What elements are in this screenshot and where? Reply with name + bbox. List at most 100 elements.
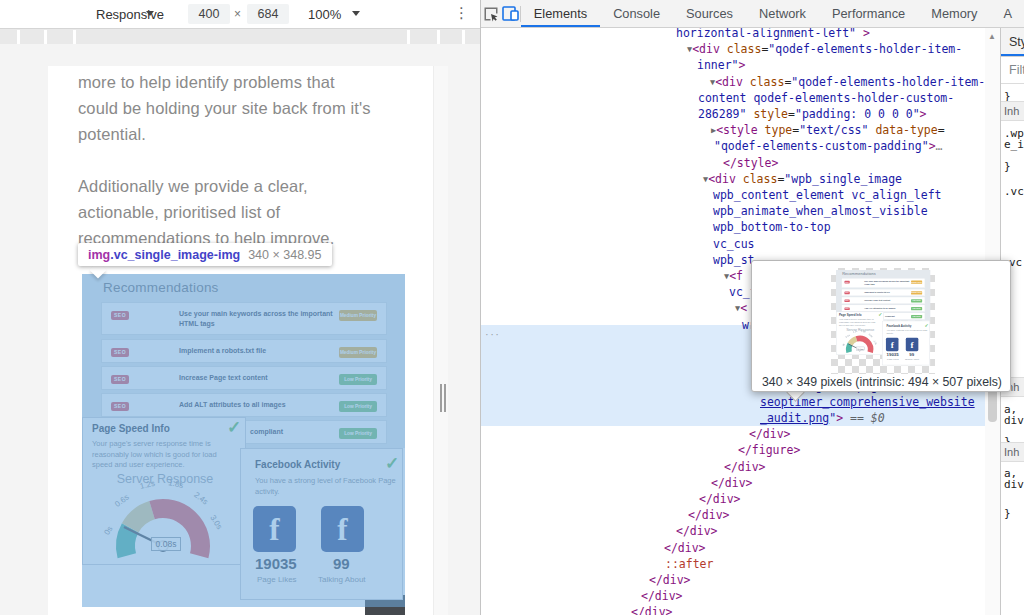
device-resize-handle[interactable] xyxy=(440,384,442,412)
tab-styles[interactable]: Sty xyxy=(1009,35,1024,49)
tree-line[interactable]: content qodef-elements-holder-custom- xyxy=(698,90,954,106)
tree-line[interactable]: ▼<div class="qodef-elements-holder-item- xyxy=(710,74,985,90)
tree-line[interactable]: ▼<f xyxy=(724,268,743,284)
tab-memory[interactable]: Memory xyxy=(918,0,990,27)
device-resize-handle[interactable] xyxy=(444,384,446,412)
seo-badge: SEO xyxy=(844,299,849,302)
tree-line[interactable]: </div> xyxy=(649,572,691,588)
tab-network[interactable]: Network xyxy=(746,0,819,27)
tree-line[interactable]: "qodef-elements-custom-padding">… xyxy=(714,138,943,154)
emulated-page: more to help identify problems that coul… xyxy=(48,66,433,615)
facebook-stat-value: 99 xyxy=(909,352,914,357)
style-rule-text[interactable]: .vc xyxy=(1004,185,1024,198)
tree-line[interactable]: inner"> xyxy=(697,57,745,73)
tree-line[interactable]: vc_cus xyxy=(713,236,755,252)
svg-text:0.6s: 0.6s xyxy=(845,333,850,338)
image-preview-tooltip: Recommendations SEOUse your main keyword… xyxy=(751,260,1011,392)
tree-line[interactable]: ::after xyxy=(665,556,713,572)
node-menu-dots[interactable]: ··· xyxy=(485,328,501,340)
tree-line[interactable]: </div> xyxy=(676,523,718,539)
facebook-title: Facebook Activity xyxy=(887,324,912,327)
toggle-device-toolbar-button[interactable] xyxy=(502,0,520,27)
tree-line[interactable]: wpb_bottom-to-top xyxy=(713,219,831,235)
inspect-tooltip-class: .vc_single_image-img xyxy=(110,248,240,262)
inspected-image[interactable]: Recommendations SEOUse your main keyword… xyxy=(82,274,405,607)
ruler-strip xyxy=(0,28,480,44)
device-toolbar-menu-button[interactable]: ⋮ xyxy=(454,4,469,22)
style-rule-text[interactable]: div xyxy=(1004,478,1024,491)
tree-line[interactable]: </div> xyxy=(631,604,673,615)
tree-line[interactable]: </div> xyxy=(688,507,730,523)
facebook-stat-value: 19035 xyxy=(887,352,899,357)
device-toolbar-icon xyxy=(502,6,519,21)
viewport-width-input[interactable]: 400 xyxy=(188,4,230,24)
page-paragraph: more to help identify problems that coul… xyxy=(78,69,418,147)
tree-line[interactable]: wpb_content_element vc_align_left xyxy=(713,187,941,203)
priority-pill: Low Priority xyxy=(911,299,922,302)
facebook-stat-label: Page Likes xyxy=(887,358,899,361)
tree-line[interactable]: _audit.png"> == $0 xyxy=(760,410,885,426)
tree-line[interactable]: ▼<div class="qodef-elements-holder-item- xyxy=(687,41,962,57)
tree-line[interactable]: horizontal-alignment-left" > xyxy=(676,28,870,41)
priority-pill: Low Priority xyxy=(911,315,922,318)
recommendation-text: Implement a robots.txt file xyxy=(864,291,889,294)
recommendation-row: SEO Increase Page text content Low Priorit… xyxy=(842,297,926,304)
devtools-panel: Elements Console Sources Network Perform… xyxy=(480,0,1024,615)
recommendation-text: Increase Page text content xyxy=(864,299,890,302)
tree-line[interactable]: </div> xyxy=(664,540,706,556)
style-rule-text[interactable]: } xyxy=(1004,507,1011,520)
tree-line[interactable]: </div> xyxy=(724,459,766,475)
tab-application[interactable]: A xyxy=(990,0,1024,27)
transparency-checkerboard: Recommendations SEOUse your main keyword… xyxy=(831,268,935,374)
recommendation-row: SEOAdd ALT attributes to all imagesLow P… xyxy=(842,305,926,312)
zoom-caret-icon[interactable] xyxy=(352,11,360,16)
dimension-multiply-sign: × xyxy=(234,7,241,21)
style-rule-text[interactable]: } xyxy=(1004,160,1011,173)
tree-line[interactable]: ▼<div class="wpb_single_image xyxy=(703,171,902,187)
preview-dimensions-text: 340 × 349 pixels (intrinsic: 494 × 507 p… xyxy=(752,375,1012,389)
inherited-from-bar: Inh xyxy=(1001,442,1024,462)
tree-line[interactable]: </div> xyxy=(699,491,741,507)
tree-line[interactable]: 286289" style="padding: 0 0 0 0"> xyxy=(698,106,927,122)
tab-sources[interactable]: Sources xyxy=(673,0,746,27)
inspect-cursor-icon xyxy=(483,6,499,22)
styles-tab-underline xyxy=(1001,54,1024,57)
tree-line[interactable]: </figure> xyxy=(738,442,800,458)
priority-pill: Medium Priority xyxy=(911,281,922,284)
tab-elements[interactable]: Elements xyxy=(521,0,600,27)
tab-performance[interactable]: Performance xyxy=(819,0,918,27)
page-paragraph: Additionally we provide a clear, actiona… xyxy=(78,173,418,251)
tree-line[interactable]: ▶<style type="text/css" data-type= xyxy=(711,122,945,138)
device-toolbar: Responsive 400 × 684 100% ⋮ xyxy=(0,0,480,28)
gauge-value: 0.08s xyxy=(856,347,865,351)
tree-line[interactable]: </div> xyxy=(641,588,683,604)
zoom-select[interactable]: 100% xyxy=(308,7,341,22)
inspect-tooltip-tag: img xyxy=(88,248,110,262)
seo-badge: SEO xyxy=(844,281,849,284)
device-viewport: more to help identify problems that coul… xyxy=(0,44,480,615)
recommendations-header: Recommendations xyxy=(842,272,876,276)
viewport-height-input[interactable]: 684 xyxy=(247,4,289,24)
device-mode-caret-icon[interactable] xyxy=(146,11,154,16)
tree-line[interactable]: wpb_st xyxy=(713,252,755,268)
styles-filter-input[interactable]: Filt xyxy=(1001,57,1024,84)
style-rule-text[interactable]: e_i xyxy=(1004,138,1024,151)
facebook-card: Facebook Activity ✓ You have a strong le… xyxy=(882,321,930,365)
facebook-icon: f xyxy=(906,338,919,351)
check-icon: ✓ xyxy=(924,322,928,328)
facebook-desc: You have a strong level of Facebook Page… xyxy=(887,329,928,335)
svg-text:3.0s: 3.0s xyxy=(873,340,877,346)
tree-line[interactable]: ▼< xyxy=(735,300,747,316)
tree-line[interactable]: </style> xyxy=(723,155,778,171)
page-scrollbar[interactable] xyxy=(433,66,448,615)
tab-console[interactable]: Console xyxy=(600,0,673,27)
tree-line[interactable]: wpb_animate_when_almost_visible xyxy=(713,203,928,219)
svg-text:0s: 0s xyxy=(842,343,845,347)
scrollbar-up-arrow-icon[interactable]: ▲ xyxy=(988,32,996,41)
tree-line[interactable]: </div> xyxy=(711,475,753,491)
svg-text:1.2s: 1.2s xyxy=(853,330,859,333)
style-rule-text[interactable]: div xyxy=(1004,414,1024,427)
recommendation-row: SEOUse your main keywords across the imp… xyxy=(842,278,926,288)
inspect-element-button[interactable] xyxy=(481,0,502,27)
tree-line[interactable]: </div> xyxy=(749,426,791,442)
